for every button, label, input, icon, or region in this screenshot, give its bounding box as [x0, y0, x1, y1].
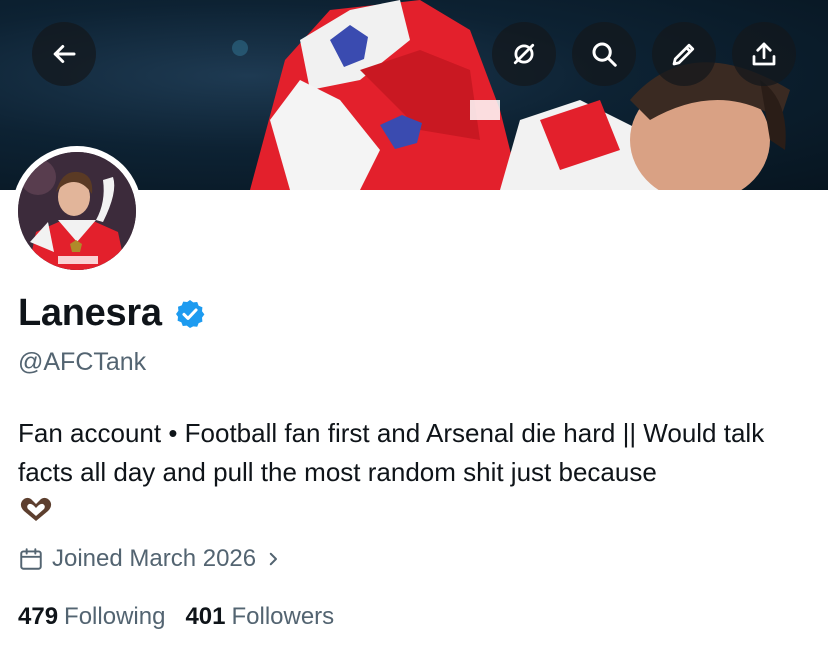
chevron-right-icon	[269, 552, 278, 566]
follow-stats: 479 Following 401 Followers	[18, 603, 334, 631]
grok-button[interactable]	[492, 22, 556, 86]
grok-icon	[513, 43, 535, 65]
bio-text: Fan account • Football fan first and Ars…	[18, 418, 765, 487]
avatar-image	[18, 152, 136, 270]
followers-label: Followers	[231, 603, 335, 630]
following-label: Following	[64, 603, 166, 630]
verified-badge-icon[interactable]	[174, 298, 206, 330]
edit-icon	[672, 43, 695, 66]
profile-banner[interactable]	[0, 0, 828, 190]
followers-link[interactable]: 401 Followers	[185, 603, 334, 631]
calendar-icon	[20, 548, 42, 570]
name-row: Lanesra	[18, 292, 206, 335]
following-link[interactable]: 479 Following	[18, 603, 165, 631]
back-button[interactable]	[32, 22, 96, 86]
share-button[interactable]	[732, 22, 796, 86]
edit-button[interactable]	[652, 22, 716, 86]
profile-bio: Fan account • Football fan first and Ars…	[18, 414, 818, 524]
profile-handle: @AFCTank	[18, 348, 147, 376]
followers-count: 401	[185, 603, 226, 630]
avatar[interactable]	[18, 152, 136, 270]
search-icon	[592, 42, 617, 67]
joined-row[interactable]: Joined March 2026	[18, 545, 282, 573]
display-name: Lanesra	[18, 292, 162, 334]
heart-hands-emoji-icon	[20, 497, 52, 521]
joined-date: Joined March 2026	[52, 545, 257, 572]
back-icon	[53, 45, 76, 63]
search-button[interactable]	[572, 22, 636, 86]
share-icon	[752, 42, 776, 66]
following-count: 479	[18, 603, 59, 630]
avatar-ring[interactable]	[12, 146, 142, 276]
